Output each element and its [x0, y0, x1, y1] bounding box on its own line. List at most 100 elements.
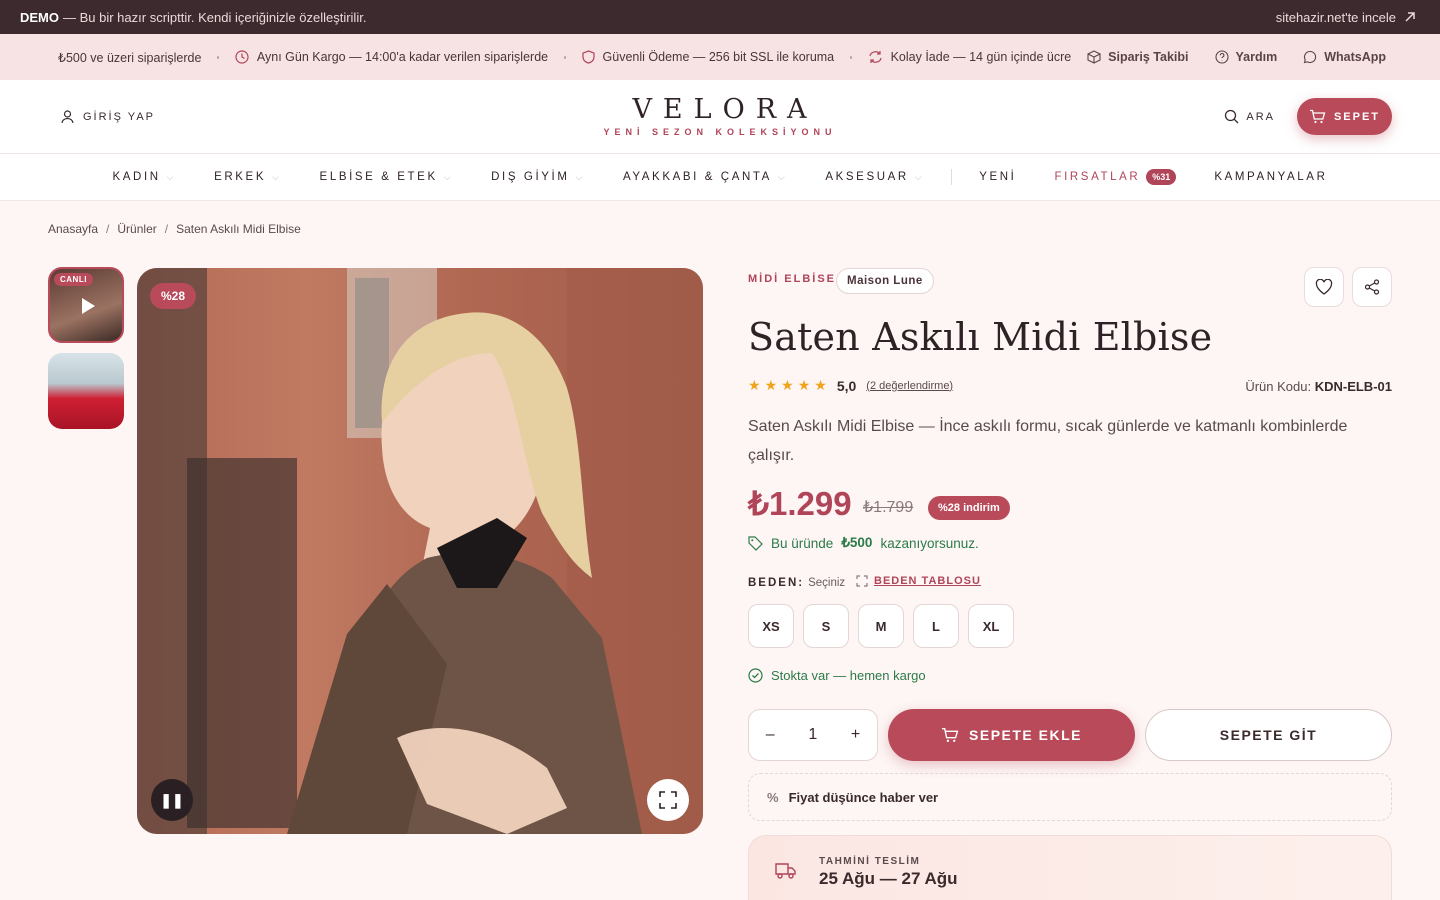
- nav-item-outerwear[interactable]: DIŞ GİYİM ⌵: [472, 171, 604, 183]
- nav-item-new[interactable]: YENİ: [960, 171, 1035, 183]
- product-main-image[interactable]: [137, 268, 703, 834]
- earn-notice: Bu üründe ₺500 kazanıyorsunuz.: [748, 535, 979, 551]
- size-options: XS S M L XL: [748, 604, 1014, 648]
- thumbnail-video[interactable]: CANLI: [48, 267, 124, 343]
- discount-percent-badge: %28 indirim: [928, 496, 1010, 520]
- demo-link[interactable]: sitehazir.net'te incele: [1276, 10, 1416, 25]
- discount-badge: %28: [150, 283, 197, 309]
- size-chart-link[interactable]: BEDEN TABLOSU: [856, 575, 981, 587]
- current-price: ₺1.299: [748, 485, 852, 522]
- size-option-m[interactable]: M: [858, 604, 904, 648]
- delivery-date: 25 Ağu — 27 Ağu: [819, 869, 958, 888]
- rating-score: 5,0: [836, 377, 857, 394]
- star-icon: ★: [764, 377, 778, 393]
- ticker-item-same-day: Aynı Gün Kargo — 14:00'a kadar verilen s…: [235, 50, 548, 64]
- size-option-xl[interactable]: XL: [968, 604, 1014, 648]
- nav-item-men[interactable]: ERKEK ⌵: [195, 171, 300, 183]
- old-price: ₺1.799: [863, 499, 914, 516]
- chevron-down-icon: ⌵: [575, 171, 585, 182]
- login-button[interactable]: GİRİŞ YAP: [60, 109, 155, 124]
- main-nav: KADIN ⌵ ERKEK ⌵ ELBİSE & ETEK ⌵ DIŞ GİYİM ⌵ …: [0, 154, 1440, 201]
- refresh-icon: [868, 51, 882, 63]
- pause-icon: ❚❚: [160, 791, 184, 808]
- reviews-link[interactable]: (2 değerlendirme): [866, 380, 953, 392]
- add-to-cart-button[interactable]: SEPETE EKLE: [888, 709, 1135, 761]
- size-option-xs[interactable]: XS: [748, 604, 794, 648]
- quantity-stepper: – 1 +: [748, 709, 878, 761]
- nav-item-shoes-bags[interactable]: AYAKKABI & ÇANTA ⌵: [604, 171, 806, 183]
- order-tracking-link[interactable]: Sipariş Takibi: [1087, 50, 1189, 64]
- promo-ticker: ₺500 ve üzeri siparişlerde Aynı Gün Karg…: [0, 34, 1440, 80]
- site-logo[interactable]: VELORA YENİ SEZON KOLEKSİYONU: [603, 94, 836, 137]
- chevron-down-icon: ⌵: [443, 171, 454, 182]
- nav-item-women[interactable]: KADIN ⌵: [94, 171, 196, 183]
- chevron-down-icon: ⌵: [166, 171, 177, 182]
- price-alert-button[interactable]: % Fiyat düşünce haber ver: [748, 773, 1392, 821]
- share-icon: [1364, 279, 1380, 295]
- ticker-item-returns: Kolay İade — 14 gün içinde ücretsiz: [868, 50, 1090, 64]
- quantity-increase-button[interactable]: +: [851, 726, 860, 744]
- chat-bubble-icon: [1303, 50, 1317, 64]
- chevron-down-icon: ⌵: [777, 171, 788, 182]
- product-description: Saten Askılı Midi Elbise — İnce askılı f…: [748, 418, 1348, 464]
- rating: ★ ★ ★ ★ ★ 5,0 (2 değerlendirme): [748, 377, 953, 394]
- fullscreen-icon: [659, 791, 677, 809]
- ticker-item-free-shipping: ₺500 ve üzeri siparişlerde: [58, 50, 202, 65]
- go-to-cart-button[interactable]: SEPETE GİT: [1145, 709, 1392, 761]
- nav-item-campaigns[interactable]: KAMPANYALAR: [1195, 171, 1346, 183]
- pause-button[interactable]: ❚❚: [151, 779, 193, 821]
- nav-item-deals[interactable]: FIRSATLAR %31: [1035, 169, 1195, 185]
- check-circle-icon: [748, 668, 763, 683]
- cart-icon: [1309, 109, 1326, 124]
- stock-status: Stokta var — hemen kargo: [748, 668, 926, 683]
- star-icon: ★: [814, 377, 827, 393]
- play-icon: [82, 298, 95, 314]
- product-category[interactable]: MİDİ ELBİSE: [748, 273, 836, 285]
- delivery-label: TAHMİNİ TESLİM: [819, 856, 921, 867]
- truck-icon: [775, 863, 796, 879]
- cart-icon: [942, 727, 959, 742]
- arrow-up-right-icon: [1405, 12, 1415, 22]
- breadcrumb: Anasayfa / Ürünler / Saten Askılı Midi Elb…: [48, 222, 301, 236]
- size-option-l[interactable]: L: [913, 604, 959, 648]
- search-icon: [1225, 109, 1239, 124]
- share-button[interactable]: [1352, 267, 1392, 307]
- help-link[interactable]: Yardım: [1214, 50, 1277, 64]
- shield-icon: [581, 50, 595, 64]
- deals-badge: %31: [1146, 169, 1177, 185]
- star-icon: ★: [781, 377, 794, 393]
- box-icon: [1087, 50, 1101, 64]
- quantity-decrease-button[interactable]: –: [766, 726, 775, 744]
- demo-notice: DEMO — Bu bir hazır scripttir. Kendi içer…: [20, 9, 367, 25]
- quantity-value[interactable]: 1: [808, 726, 817, 744]
- chevron-down-icon: ⌵: [272, 171, 282, 182]
- breadcrumb-products[interactable]: Ürünler: [117, 222, 156, 236]
- ticker-item-secure-payment: Güvenli Ödeme — 256 bit SSL ile koruma: [581, 50, 834, 64]
- ruler-icon: [856, 575, 868, 587]
- help-circle-icon: [1214, 50, 1229, 64]
- percent-icon: %: [767, 789, 779, 805]
- thumbnail-red-dress[interactable]: [48, 353, 124, 429]
- nav-item-accessories[interactable]: AKSESUAR ⌵: [806, 171, 943, 183]
- user-icon: [61, 110, 74, 124]
- delivery-estimate: TAHMİNİ TESLİM 25 Ağu — 27 Ağu: [748, 835, 1392, 900]
- site-header: GİRİŞ YAP VELORA YENİ SEZON KOLEKSİYONU …: [0, 80, 1440, 154]
- demo-bar: DEMO — Bu bir hazır scripttir. Kendi içer…: [0, 0, 1440, 34]
- size-option-s[interactable]: S: [803, 604, 849, 648]
- tag-icon: [748, 535, 763, 551]
- star-icon: ★: [797, 377, 811, 393]
- brand-tag[interactable]: Maison Lune: [836, 268, 934, 294]
- product-title: Saten Askılı Midi Elbise: [748, 315, 1213, 359]
- star-icon: ★: [748, 377, 761, 393]
- breadcrumb-current: Saten Askılı Midi Elbise: [176, 222, 301, 236]
- cart-button[interactable]: SEPET: [1297, 98, 1392, 135]
- breadcrumb-home[interactable]: Anasayfa: [48, 222, 98, 236]
- whatsapp-link[interactable]: WhatsApp: [1303, 50, 1386, 64]
- search-button[interactable]: ARA: [1224, 109, 1275, 124]
- clock-icon: [235, 50, 249, 64]
- product-sku: Ürün Kodu: KDN-ELB-01: [1245, 379, 1392, 394]
- wishlist-button[interactable]: [1304, 267, 1344, 307]
- fullscreen-button[interactable]: [647, 779, 689, 821]
- nav-item-dress-skirt[interactable]: ELBİSE & ETEK ⌵: [301, 171, 473, 183]
- nav-divider: [951, 169, 953, 185]
